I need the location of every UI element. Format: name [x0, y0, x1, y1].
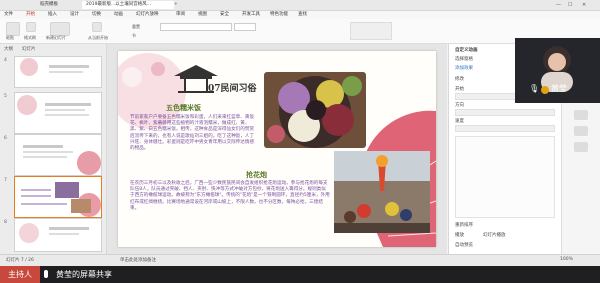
tab-docer-templates[interactable]: 稻壳模板 — [36, 1, 84, 9]
current-slide[interactable]: 07民间习俗 五色糯米饭 节前家家户户要备五色糯米饭和彩蛋，人们采来红蓝草、黄饭… — [118, 51, 436, 247]
slide-thumbnail-preview — [15, 135, 101, 175]
slide-thumbnail-preview — [15, 93, 101, 133]
add-effect-button[interactable]: 添加效果 — [455, 65, 473, 71]
pane-tab-icon[interactable] — [574, 126, 588, 136]
slide-number: 8 — [4, 220, 7, 225]
slide-thumbnail[interactable] — [14, 56, 102, 88]
status-bar: 幻灯片 7 / 26 单击此处添加备注 100% — [0, 254, 600, 266]
select-window-button[interactable]: 选择窗格 — [455, 56, 473, 62]
slide-number: 4 — [4, 58, 7, 63]
menu-design[interactable]: 设计 — [70, 11, 79, 19]
tab-label: 2019最新版...以土壤同宫格风... — [86, 2, 152, 7]
slide-thumbnail[interactable] — [14, 92, 102, 134]
firecracker-grabbing-image — [334, 151, 430, 233]
slide-counter: 幻灯片 7 / 26 — [6, 258, 34, 263]
autopreview-checkbox[interactable]: 自动预览 — [455, 242, 473, 248]
animation-list[interactable] — [455, 136, 555, 218]
reset-button[interactable]: 重置 — [132, 24, 140, 30]
slide-thumbnail[interactable] — [14, 218, 102, 252]
menu-view[interactable]: 视图 — [198, 11, 207, 19]
format-painter-icon[interactable] — [26, 22, 36, 32]
slide-thumbnail-panel: 大纲 幻灯片 4 5 6 7 8 — [0, 44, 107, 254]
arrange-buttons[interactable] — [400, 22, 440, 38]
slide-thumbnail-preview — [15, 219, 101, 251]
host-label: 主持人 — [0, 266, 40, 283]
slides-tab[interactable]: 幻灯片 — [22, 46, 36, 52]
tab-label: 稻壳模板 — [40, 2, 58, 7]
ribbon-toolbar: 粘贴 格式刷 新建幻灯片 从当前开始 重置 节 — [0, 19, 600, 44]
notes-placeholder[interactable]: 单击此处添加备注 — [120, 257, 156, 263]
microphone-icon: 🎙 — [529, 84, 540, 93]
speed-label: 速度 — [455, 119, 464, 124]
rice-heading: 五色糯米饭 — [166, 104, 201, 112]
zoom-level[interactable]: 100% — [560, 257, 573, 262]
font-size-select[interactable] — [234, 23, 256, 31]
menu-bar: 文件 开始 插入 设计 切换 动画 幻灯片放映 审阅 视图 安全 开发工具 特色… — [0, 11, 600, 20]
participant-name: 黄莹 — [551, 84, 567, 93]
firecracker-grabbing-photo — [334, 151, 430, 233]
menu-review[interactable]: 审阅 — [176, 11, 185, 19]
new-slide-icon[interactable] — [50, 22, 70, 36]
slide-number: 6 — [4, 136, 7, 141]
slide-number: 7 — [4, 178, 7, 183]
start-label: 开始 — [455, 87, 464, 92]
format-painter-label: 格式刷 — [24, 35, 36, 40]
menu-insert[interactable]: 插入 — [48, 11, 57, 19]
paragraph-format-buttons[interactable] — [270, 23, 330, 38]
slide-number: 5 — [4, 94, 7, 99]
menu-developer[interactable]: 开发工具 — [242, 11, 260, 19]
font-format-buttons[interactable] — [160, 32, 254, 38]
section-button[interactable]: 节 — [132, 33, 136, 39]
pane-tab-icon[interactable] — [574, 142, 588, 152]
menu-search[interactable]: 查找 — [298, 11, 307, 19]
close-icon[interactable]: ✕ — [582, 1, 586, 9]
slide-thumbnail-preview — [15, 57, 101, 87]
new-slide-label: 新建幻灯片 — [46, 35, 66, 40]
font-name-select[interactable] — [160, 23, 232, 31]
outline-tab[interactable]: 大纲 — [4, 46, 13, 52]
modify-label: 修改 — [455, 77, 464, 82]
slide-thumbnail-preview — [15, 177, 101, 217]
minimize-icon[interactable]: — — [556, 1, 561, 9]
play-from-current-icon[interactable] — [92, 22, 102, 32]
pane-tab-icon[interactable] — [574, 110, 588, 120]
menu-transition[interactable]: 切换 — [92, 11, 101, 19]
title-bar: 稻壳模板 2019最新版...以土壤同宫格风... + — ☐ ✕ — [0, 0, 600, 11]
direction-select[interactable] — [455, 109, 555, 116]
microphone-icon — [44, 270, 48, 278]
screen-share-label: 黄莹的屏幕共享 — [56, 270, 112, 279]
host-badge-icon — [541, 86, 549, 94]
five-color-rice-image — [264, 72, 366, 148]
menu-file[interactable]: 文件 — [4, 11, 13, 19]
menu-animation[interactable]: 动画 — [114, 11, 123, 19]
wps-presentation-window: 稻壳模板 2019最新版...以土壤同宫格风... + — ☐ ✕ 文件 开始 … — [0, 0, 600, 266]
menu-slideshow[interactable]: 幻灯片放映 — [136, 11, 159, 19]
participant-video-tile: 🎙 黄莹 — [515, 38, 600, 103]
shape-gallery[interactable] — [350, 22, 392, 40]
play-from-current-label: 从当前开始 — [88, 35, 108, 40]
direction-label: 方向 — [455, 103, 464, 108]
tab-active-document[interactable]: 2019最新版...以土壤同宫格风... — [82, 1, 174, 9]
slide-thumbnail-selected[interactable] — [14, 176, 102, 218]
menu-security[interactable]: 安全 — [220, 11, 229, 19]
play-button[interactable]: 播放 — [455, 232, 464, 238]
new-tab-button[interactable]: + — [170, 1, 188, 9]
reorder-label: 重新排序 — [455, 223, 473, 228]
slide-title: 07民间习俗 — [208, 84, 257, 94]
speed-select[interactable] — [455, 125, 555, 132]
slide-canvas: 07民间习俗 五色糯米饭 节前家家户户要备五色糯米饭和彩蛋，人们采来红蓝草、黄饭… — [107, 44, 447, 254]
slide-thumbnail[interactable] — [14, 134, 102, 176]
rice-description: 节前家家户户要备五色糯米饭和彩蛋，人们采来红蓝草、黄饭花、枫叶、紫蕃藤用这些植物… — [130, 115, 255, 152]
firecracker-heading: 抢花炮 — [246, 171, 267, 179]
five-color-rice-photo — [264, 72, 366, 148]
slideshow-button[interactable]: 幻灯片播放 — [483, 232, 506, 238]
paste-label: 粘贴 — [6, 35, 14, 40]
menu-features[interactable]: 特色功能 — [270, 11, 288, 19]
paste-icon[interactable] — [6, 22, 20, 36]
maximize-icon[interactable]: ☐ — [568, 1, 572, 9]
firecracker-description: 在农历三月初三以及秋收之后，广西一些少数民族民间会自发组织抢花炮运动。参与抢花炮… — [130, 181, 330, 211]
pane-title: 自定义动画 — [455, 48, 478, 53]
